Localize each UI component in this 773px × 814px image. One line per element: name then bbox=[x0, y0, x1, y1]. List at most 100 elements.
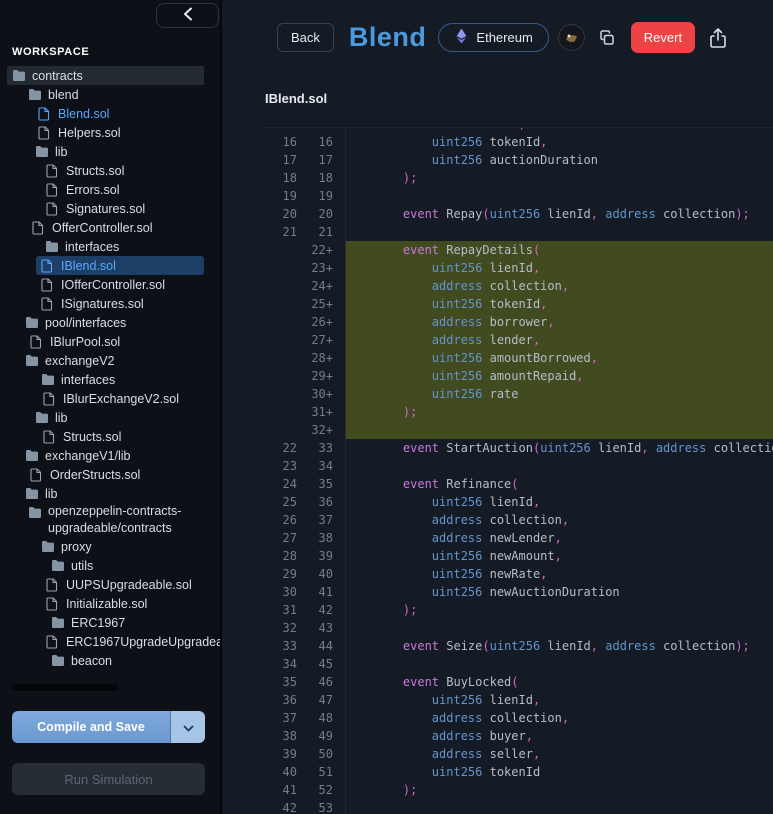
new-line-number: 21 bbox=[297, 223, 333, 241]
folder-icon bbox=[51, 616, 66, 629]
tree-item-helpers-sol[interactable]: Helpers.sol bbox=[0, 123, 220, 142]
tree-item-label: openzeppelin-contracts-upgradeable/contr… bbox=[48, 503, 220, 537]
tree-item-lib[interactable]: lib bbox=[0, 408, 220, 427]
tree-item-openzeppelin-contracts-upgradeable-contracts[interactable]: openzeppelin-contracts-upgradeable/contr… bbox=[0, 503, 220, 537]
code-line: 3849 address buyer, bbox=[262, 727, 773, 745]
tree-item-contracts[interactable]: contracts bbox=[7, 66, 204, 85]
tree-item-interfaces[interactable]: interfaces bbox=[0, 237, 220, 256]
folder-icon bbox=[51, 654, 66, 667]
file-icon bbox=[46, 183, 61, 197]
tree-item-uupsupgradeable-sol[interactable]: UUPSUpgradeable.sol bbox=[0, 575, 220, 594]
code-text: address collection, bbox=[345, 511, 773, 529]
tree-item-label: OrderStructs.sol bbox=[50, 468, 140, 482]
tree-item-offercontroller-sol[interactable]: OfferController.sol bbox=[0, 218, 220, 237]
old-line-number bbox=[262, 331, 297, 349]
old-line-number: 17 bbox=[262, 151, 297, 169]
new-line-number: 34 bbox=[297, 457, 333, 475]
new-line-number: 27+ bbox=[297, 331, 333, 349]
network-label: Ethereum bbox=[476, 30, 532, 45]
code-line: 30+ uint256 rate bbox=[262, 385, 773, 403]
sidebar-collapse-button[interactable] bbox=[156, 3, 219, 28]
tree-item-iblend-sol[interactable]: IBlend.sol bbox=[36, 256, 204, 275]
code-text bbox=[345, 619, 773, 637]
code-line: 32+ bbox=[262, 421, 773, 439]
back-button[interactable]: Back bbox=[277, 23, 334, 52]
share-icon[interactable] bbox=[706, 25, 730, 51]
new-line-number: 20 bbox=[297, 205, 333, 223]
code-line: 4051 uint256 tokenId bbox=[262, 763, 773, 781]
tree-item-signatures-sol[interactable]: Signatures.sol bbox=[0, 199, 220, 218]
new-line-number: 41 bbox=[297, 583, 333, 601]
tree-item-label: interfaces bbox=[65, 240, 119, 254]
compile-and-save-button[interactable]: Compile and Save bbox=[12, 711, 171, 743]
tree-item-exchangev2[interactable]: exchangeV2 bbox=[0, 351, 220, 370]
file-icon bbox=[30, 335, 45, 349]
main-panel: Back Blend Ethereum Revert IBlend.sol 15… bbox=[222, 0, 773, 814]
tree-item-iblurexchangev2-sol[interactable]: IBlurExchangeV2.sol bbox=[0, 389, 220, 408]
new-line-number: 22+ bbox=[297, 241, 333, 259]
copy-icon[interactable] bbox=[596, 27, 618, 49]
tree-item-label: IBlend.sol bbox=[61, 259, 116, 273]
tree-item-erc1967[interactable]: ERC1967 bbox=[0, 613, 220, 632]
code-text: uint256 newRate, bbox=[345, 565, 773, 583]
tree-item-ioffercontroller-sol[interactable]: IOfferController.sol bbox=[0, 275, 220, 294]
tree-item-blend[interactable]: blend bbox=[0, 85, 220, 104]
tree-item-errors-sol[interactable]: Errors.sol bbox=[0, 180, 220, 199]
run-simulation-button[interactable]: Run Simulation bbox=[12, 763, 205, 795]
tree-item-isignatures-sol[interactable]: ISignatures.sol bbox=[0, 294, 220, 313]
workspace-label: WORKSPACE bbox=[12, 46, 89, 58]
tree-item-structs-sol[interactable]: Structs.sol bbox=[0, 161, 220, 180]
compile-options-dropdown-button[interactable] bbox=[171, 711, 205, 743]
tree-item-lib[interactable]: lib bbox=[0, 142, 220, 161]
sidebar: WORKSPACE contractsblendBlend.sol Helpers… bbox=[0, 0, 222, 814]
tree-item-pool-interfaces[interactable]: pool/interfaces bbox=[0, 313, 220, 332]
tree-item-structs-sol[interactable]: Structs.sol bbox=[0, 427, 220, 446]
tree-item-blend-sol[interactable]: Blend.sol bbox=[0, 104, 220, 123]
tree-item-utils[interactable]: utils bbox=[0, 556, 220, 575]
new-line-number: 28+ bbox=[297, 349, 333, 367]
code-text: uint256 amountRepaid, bbox=[345, 367, 773, 385]
tree-item-proxy[interactable]: proxy bbox=[0, 537, 220, 556]
network-selector[interactable]: Ethereum bbox=[438, 23, 548, 52]
file-icon bbox=[41, 278, 56, 292]
folder-icon bbox=[28, 506, 43, 519]
tree-item-beacon[interactable]: beacon bbox=[0, 651, 220, 670]
tree-item-label: utils bbox=[71, 559, 93, 573]
code-line: 2020 event Repay(uint256 lienId, address… bbox=[262, 205, 773, 223]
tree-item-orderstructs-sol[interactable]: OrderStructs.sol bbox=[0, 465, 220, 484]
revert-button[interactable]: Revert bbox=[631, 22, 695, 53]
file-icon bbox=[32, 221, 47, 235]
tree-item-label: Helpers.sol bbox=[58, 126, 121, 140]
code-line: 2435 event Refinance( bbox=[262, 475, 773, 493]
new-line-number: 38 bbox=[297, 529, 333, 547]
old-line-number bbox=[262, 277, 297, 295]
code-line: 2839 uint256 newAmount, bbox=[262, 547, 773, 565]
code-editor[interactable]: 1515 uint256 rate,1616 uint256 tokenId,1… bbox=[262, 127, 773, 814]
folder-icon bbox=[25, 487, 40, 500]
old-line-number: 40 bbox=[262, 763, 297, 781]
old-line-number: 41 bbox=[262, 781, 297, 799]
new-line-number: 50 bbox=[297, 745, 333, 763]
folder-icon bbox=[25, 354, 40, 367]
file-icon bbox=[46, 578, 61, 592]
tree-item-iblurpool-sol[interactable]: IBlurPool.sol bbox=[0, 332, 220, 351]
tree-horizontal-scrollbar[interactable] bbox=[12, 684, 118, 691]
ethereum-icon bbox=[454, 28, 469, 47]
new-line-number: 37 bbox=[297, 511, 333, 529]
code-line: 3445 bbox=[262, 655, 773, 673]
tree-item-interfaces[interactable]: interfaces bbox=[0, 370, 220, 389]
tree-item-erc1967upgradeupgradeable-sol[interactable]: ERC1967UpgradeUpgradeable.sol bbox=[0, 632, 220, 651]
top-toolbar: Back Blend Ethereum Revert bbox=[277, 22, 730, 53]
file-tree: contractsblendBlend.solHelpers.sollibStr… bbox=[0, 66, 220, 686]
old-line-number: 27 bbox=[262, 529, 297, 547]
tree-item-exchangev1-lib[interactable]: exchangeV1/lib bbox=[0, 446, 220, 465]
code-line: 2940 uint256 newRate, bbox=[262, 565, 773, 583]
wallet-avatar-icon[interactable] bbox=[558, 24, 585, 51]
tree-item-lib[interactable]: lib bbox=[0, 484, 220, 503]
new-line-number: 49 bbox=[297, 727, 333, 745]
tree-item-initializable-sol[interactable]: Initializable.sol bbox=[0, 594, 220, 613]
file-icon bbox=[38, 107, 53, 121]
code-text bbox=[345, 655, 773, 673]
tree-item-label: beacon bbox=[71, 654, 112, 668]
code-text: ); bbox=[345, 403, 773, 421]
